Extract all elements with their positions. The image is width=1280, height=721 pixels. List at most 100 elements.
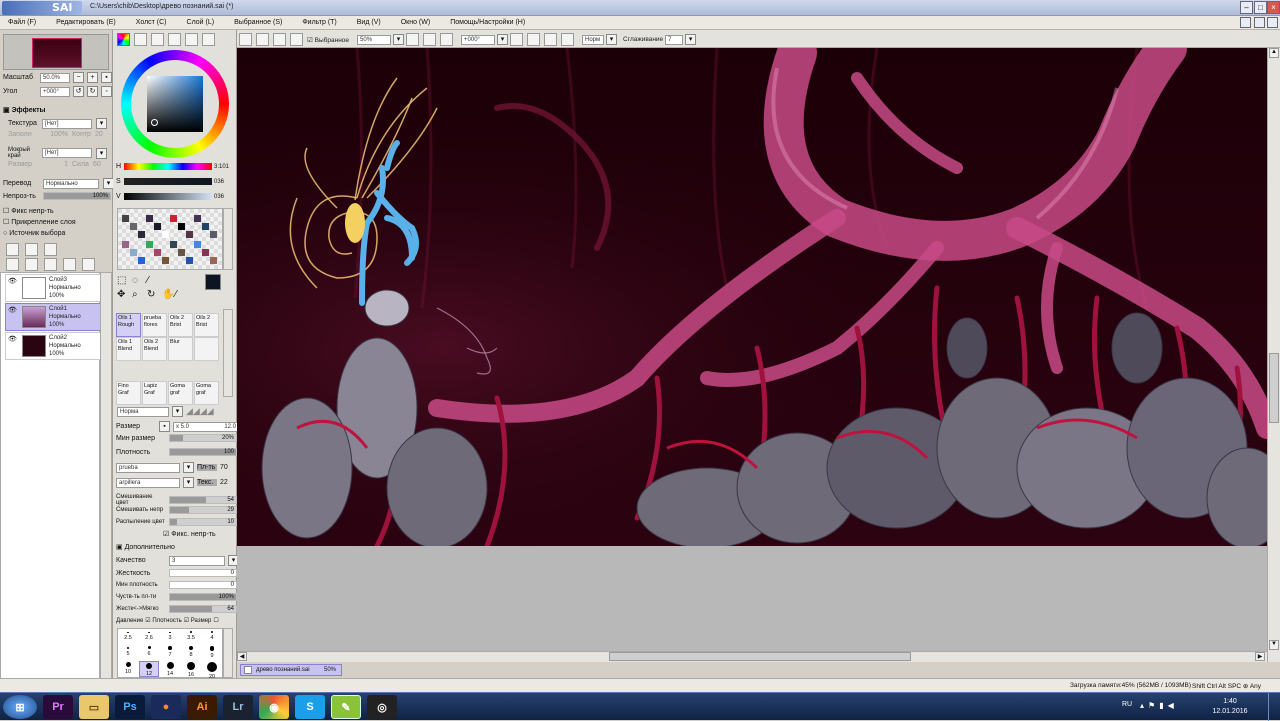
color-wheel[interactable] bbox=[121, 50, 229, 158]
brush-size-preset[interactable]: 20 bbox=[202, 661, 222, 680]
close-button[interactable]: × bbox=[1267, 1, 1280, 14]
lightroom-icon[interactable]: Lr bbox=[223, 695, 253, 719]
brush-size-preset[interactable]: 10 bbox=[118, 661, 138, 677]
clipping-checkbox[interactable]: ☐ Прикрепление слоя bbox=[3, 217, 76, 228]
vertical-scroll-thumb[interactable] bbox=[1269, 353, 1279, 423]
layer-item[interactable]: 👁 Слой1 Нормально 100% bbox=[5, 303, 101, 331]
brush-shape-presets[interactable]: ◢◢◢◢ bbox=[186, 406, 214, 417]
copy-layer-icon[interactable] bbox=[6, 258, 19, 271]
layer-list-scrollbar[interactable] bbox=[100, 272, 112, 692]
brush-slot[interactable]: Oils 2 Brist bbox=[194, 313, 219, 337]
redo-icon[interactable] bbox=[256, 33, 269, 46]
rect-select-icon[interactable]: ⬚ bbox=[117, 275, 126, 286]
skype-icon[interactable]: S bbox=[295, 695, 325, 719]
brush-size-preset[interactable]: 2.6 bbox=[139, 629, 159, 645]
toolbar-zoom-dropdown[interactable]: ▾ bbox=[393, 34, 405, 45]
menu-item-3[interactable]: Слой (L) bbox=[187, 19, 215, 26]
brush-slot[interactable] bbox=[194, 337, 219, 361]
keep-opacity-checkbox[interactable]: ☑ Фикс. непр-ть bbox=[163, 530, 216, 538]
blend-mode-select[interactable]: Нормально bbox=[43, 178, 99, 189]
swatch-grid[interactable] bbox=[117, 208, 223, 270]
premiere-icon[interactable]: Pr bbox=[43, 695, 73, 719]
rotate-ccw-icon[interactable] bbox=[510, 33, 524, 46]
new-layer-icon[interactable] bbox=[6, 243, 19, 256]
min-density-slider[interactable]: 0 bbox=[169, 581, 237, 589]
hsv-slider-tab[interactable] bbox=[151, 33, 164, 46]
brush-slot[interactable]: Oils 1 Blend bbox=[116, 337, 141, 361]
color-swatch[interactable] bbox=[162, 257, 169, 264]
start-button[interactable]: ⊞ bbox=[3, 695, 37, 719]
canvas-horizontal-scrollbar[interactable]: ◀ ▶ bbox=[237, 651, 1267, 662]
color-swatch[interactable] bbox=[162, 231, 169, 238]
brush-grid-scrollbar[interactable] bbox=[223, 309, 233, 397]
color-swatch[interactable] bbox=[210, 231, 217, 238]
scroll-up-arrow[interactable]: ▲ bbox=[1269, 48, 1279, 58]
texture-strength-value[interactable]: 22 bbox=[220, 479, 228, 486]
brush-slot[interactable]: Fino Graf bbox=[116, 381, 141, 405]
doc-close-button[interactable] bbox=[1267, 17, 1278, 28]
maximize-button[interactable]: □ bbox=[1254, 1, 1267, 14]
hard-soft-slider[interactable]: 64 bbox=[169, 605, 237, 613]
pressure-density-checkbox[interactable]: ☑ Плотность bbox=[145, 617, 181, 624]
illustrator-icon[interactable]: Ai bbox=[187, 695, 217, 719]
brush-mode-select[interactable]: Норма bbox=[117, 406, 169, 417]
color-swatch[interactable] bbox=[202, 223, 209, 230]
wet-edge-select[interactable]: [Нет] bbox=[42, 148, 92, 158]
zoom-field[interactable]: 50.0% bbox=[40, 72, 70, 83]
firefox-icon[interactable]: ● bbox=[151, 695, 181, 719]
min-size-slider[interactable]: 20% bbox=[169, 434, 237, 442]
tray-clock[interactable]: 1:40 12.01.2016 bbox=[1200, 697, 1260, 717]
color-swatch[interactable] bbox=[146, 241, 153, 248]
layer-visibility-icon[interactable]: 👁 bbox=[8, 335, 18, 345]
hand-tool-icon[interactable]: ✋ bbox=[162, 289, 174, 300]
brush-slot[interactable]: Oils 1 Rough bbox=[116, 313, 141, 337]
menu-item-4[interactable]: Выбранное (S) bbox=[234, 19, 282, 26]
zoom-fit-icon[interactable] bbox=[440, 33, 454, 46]
effects-header[interactable]: ▣ Эффекты bbox=[3, 106, 46, 114]
brush-slot[interactable]: Goma graf bbox=[168, 381, 193, 405]
doc-minimize-button[interactable] bbox=[1240, 17, 1251, 28]
scroll-left-arrow[interactable]: ◀ bbox=[237, 652, 247, 661]
brush-texture-select[interactable]: arpillera bbox=[116, 477, 180, 488]
color-picker-cursor[interactable] bbox=[151, 119, 158, 126]
rgb-slider-tab[interactable] bbox=[134, 33, 147, 46]
zoom-in-button[interactable]: + bbox=[87, 72, 98, 83]
wet-edge-dropdown[interactable]: ▾ bbox=[96, 147, 107, 159]
color-swatch[interactable] bbox=[146, 215, 153, 222]
tray-volume-icon[interactable]: ◀ bbox=[1168, 701, 1174, 710]
color-swatch[interactable] bbox=[186, 257, 193, 264]
tray-flag-icon[interactable]: ⚑ bbox=[1148, 701, 1155, 710]
delete-layer-icon[interactable] bbox=[63, 258, 76, 271]
angle-field[interactable]: +000° bbox=[40, 86, 70, 97]
color-swatch[interactable] bbox=[122, 241, 129, 248]
brush-size-preset[interactable]: 14 bbox=[160, 661, 180, 677]
menu-item-8[interactable]: Помощь/Настройки (H) bbox=[450, 19, 525, 26]
menu-item-7[interactable]: Окно (W) bbox=[401, 19, 430, 26]
quality-select[interactable]: 3 bbox=[169, 555, 225, 566]
shape-strength-value[interactable]: 70 bbox=[220, 464, 228, 471]
size-multiplier-button[interactable]: ▪ bbox=[159, 421, 170, 432]
brush-shape-dropdown[interactable]: ▾ bbox=[183, 462, 194, 473]
brush-size-preset[interactable]: 2.5 bbox=[118, 629, 138, 645]
texture-dropdown[interactable]: ▾ bbox=[96, 118, 107, 129]
color-swatch[interactable] bbox=[194, 241, 201, 248]
brush-size-preset[interactable]: 8 bbox=[181, 645, 201, 661]
opacity-slider[interactable]: 100% bbox=[43, 192, 111, 200]
density-slider[interactable]: 100 bbox=[169, 448, 237, 456]
sai-icon[interactable]: ✎ bbox=[331, 695, 361, 719]
wet-strength-value[interactable]: 60 bbox=[93, 161, 101, 168]
brush-size-preset[interactable]: 12 bbox=[139, 661, 159, 677]
selection-source-checkbox[interactable]: ○ Источник выбора bbox=[3, 228, 76, 239]
texture-contrast-value[interactable]: 20 bbox=[95, 131, 103, 138]
color-swatch[interactable] bbox=[138, 231, 145, 238]
zoom-out-icon[interactable] bbox=[406, 33, 420, 46]
color-wheel-tab[interactable] bbox=[117, 33, 130, 46]
brush-mode-dropdown[interactable]: ▾ bbox=[172, 406, 183, 417]
menu-item-5[interactable]: Фильтр (T) bbox=[302, 19, 336, 26]
brush-slot[interactable]: Oils 2 Blend bbox=[142, 337, 167, 361]
brush-size-preset[interactable]: 6 bbox=[139, 645, 159, 661]
rotate-left-button[interactable]: ↺ bbox=[73, 86, 84, 97]
texture-select[interactable]: [Нет] bbox=[42, 118, 92, 129]
brush-size-preset[interactable]: 16 bbox=[181, 661, 201, 678]
color-swatch[interactable] bbox=[194, 215, 201, 222]
